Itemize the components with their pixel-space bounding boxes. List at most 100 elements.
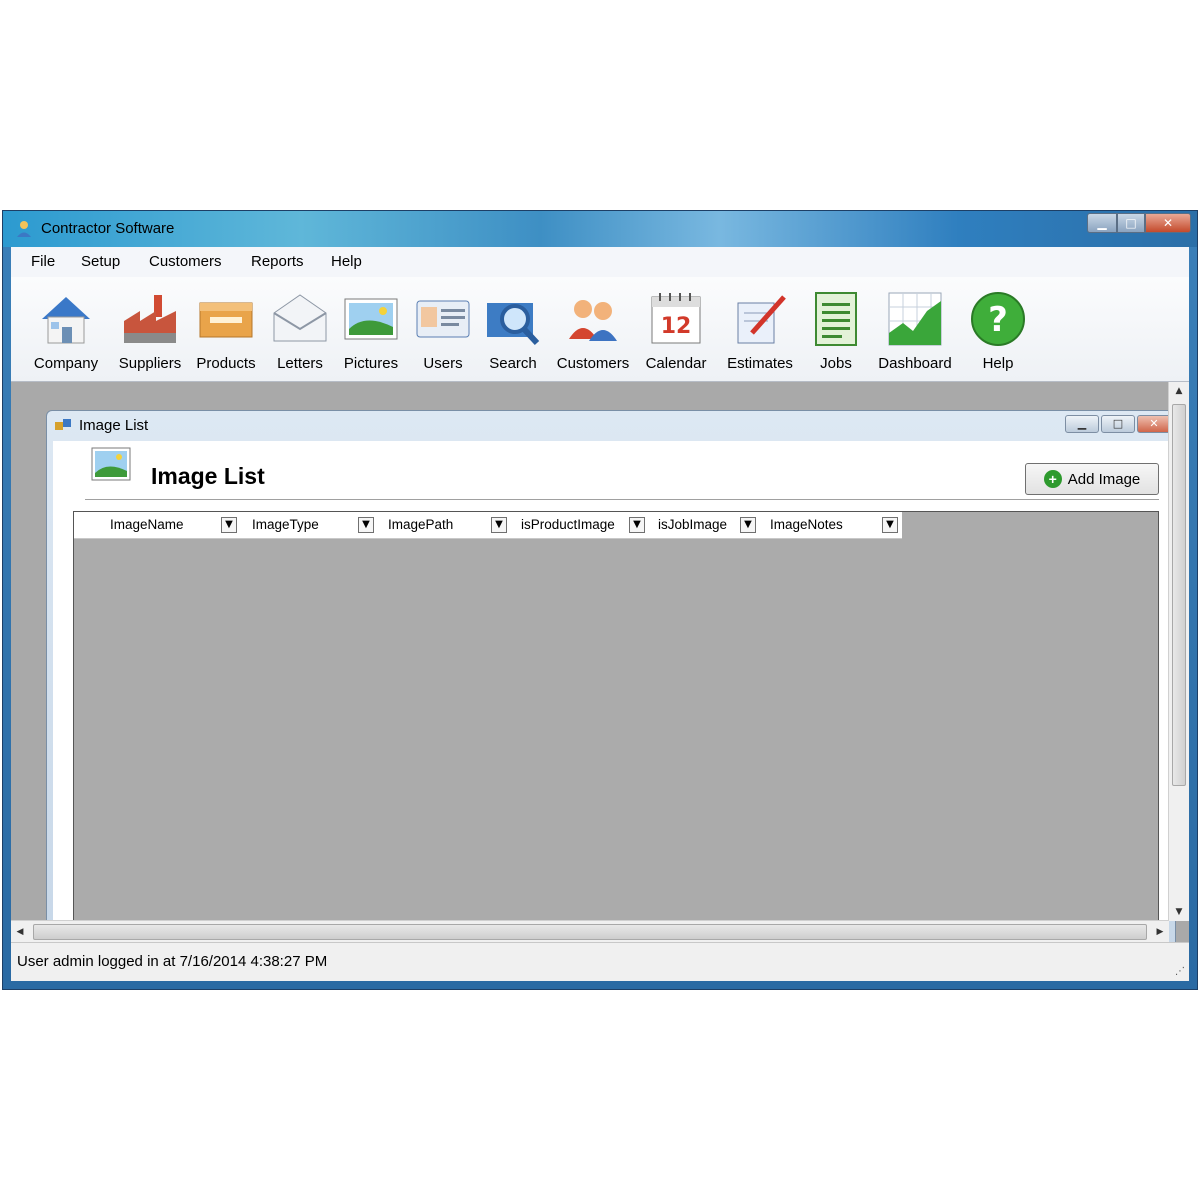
toolbar-label: Suppliers: [118, 355, 182, 372]
column-header-isproductimage[interactable]: isProductImage: [521, 517, 615, 532]
restore-icon: □: [1112, 417, 1124, 430]
help-icon: ?: [971, 292, 1025, 346]
close-icon: ✕: [1162, 216, 1174, 230]
picture-icon: [344, 298, 398, 340]
maximize-button[interactable]: □: [1117, 213, 1145, 233]
toolbar-label: Dashboard: [878, 355, 952, 372]
envelope-icon: [273, 294, 327, 342]
toolbar-label: Estimates: [727, 355, 793, 372]
toolbar-jobs-button[interactable]: Jobs: [806, 289, 866, 372]
scroll-up-icon[interactable]: ▲: [1169, 382, 1189, 400]
child-title-bar[interactable]: Image List: [55, 417, 148, 434]
scroll-left-icon[interactable]: ◀: [11, 921, 29, 943]
factory-icon: [124, 295, 176, 343]
house-icon: [42, 297, 90, 344]
column-header-isjobimage[interactable]: isJobImage: [658, 517, 727, 532]
minimize-button[interactable]: ▁: [1087, 213, 1117, 233]
boxes-icon: [199, 302, 253, 338]
add-icon: +: [1043, 470, 1062, 488]
calendar-day: 12: [661, 314, 692, 339]
toolbar-label: Company: [33, 355, 99, 372]
form-title: Image List: [151, 463, 265, 489]
toolbar-customers-button[interactable]: Customers: [553, 289, 633, 372]
window-title: Contractor Software: [41, 220, 175, 237]
menu-reports[interactable]: Reports: [251, 253, 304, 270]
menu-file[interactable]: File: [31, 253, 55, 270]
main-client-area: File Setup Customers Reports Help Compan…: [11, 247, 1189, 981]
toolbar-users-button[interactable]: Users: [411, 289, 475, 372]
toolbar-suppliers-button[interactable]: Suppliers: [111, 289, 189, 372]
app-window: Contractor Software ▁ □ ✕ File Setup Cus…: [2, 210, 1198, 990]
toolbar-label: Pictures: [343, 355, 399, 372]
chevron-down-icon[interactable]: ▼: [221, 517, 237, 533]
toolbar-letters-button[interactable]: Letters: [269, 289, 331, 372]
horizontal-scroll-thumb[interactable]: [33, 924, 1147, 940]
calendar-icon: 12: [651, 293, 701, 344]
toolbar-dashboard-button[interactable]: Dashboard: [873, 289, 957, 372]
column-header-imagenotes[interactable]: ImageNotes: [770, 517, 843, 532]
toolbar-products-button[interactable]: Products: [191, 289, 261, 372]
grid-header: ImageName ▼ ImageType ▼ ImagePath ▼ isPr…: [74, 512, 902, 539]
toolbar-help-button[interactable]: ? Help: [966, 289, 1030, 372]
magnifier-icon: [487, 303, 540, 346]
child-window-title: Image List: [79, 417, 149, 434]
chevron-down-icon[interactable]: ▼: [491, 517, 507, 533]
status-text: User admin logged in at 7/16/2014 4:38:2…: [17, 953, 328, 970]
vertical-scroll-thumb[interactable]: [1172, 404, 1186, 786]
toolbar-label: Help: [982, 355, 1014, 372]
window-app-icon: [55, 418, 71, 430]
vertical-scrollbar[interactable]: ▲ ▼: [1168, 382, 1189, 921]
toolbar-label: Letters: [277, 355, 323, 372]
toolbar-pictures-button[interactable]: Pictures: [339, 289, 403, 372]
people-icon: [569, 300, 617, 341]
close-icon: ✕: [1149, 417, 1159, 430]
close-button[interactable]: ✕: [1145, 213, 1191, 233]
toolbar-label: Calendar: [645, 355, 707, 372]
resize-grip-icon[interactable]: ⋰: [1175, 966, 1185, 977]
toolbar-calendar-button[interactable]: 12 Calendar: [641, 289, 711, 372]
divider: [85, 499, 1159, 500]
image-grid[interactable]: ImageName ▼ ImageType ▼ ImagePath ▼ isPr…: [73, 511, 1159, 943]
menu-customers[interactable]: Customers: [149, 253, 222, 270]
title-bar[interactable]: Contractor Software ▁ □ ✕: [3, 211, 1197, 247]
horizontal-scrollbar[interactable]: ◀ ▶: [11, 920, 1169, 943]
picture-icon: [91, 447, 131, 481]
toolbar-estimates-button[interactable]: Estimates: [723, 289, 797, 372]
chevron-down-icon[interactable]: ▼: [358, 517, 374, 533]
list-icon: [815, 292, 857, 346]
toolbar: Company Suppliers Products Letters Pictu…: [11, 277, 1189, 382]
pen-paper-icon: [737, 295, 786, 344]
child-close-button[interactable]: ✕: [1137, 415, 1171, 433]
status-bar: User admin logged in at 7/16/2014 4:38:2…: [11, 942, 1189, 981]
child-minimize-button[interactable]: ▁: [1065, 415, 1099, 433]
add-image-button[interactable]: + Add Image: [1025, 463, 1159, 495]
toolbar-label: Customers: [556, 355, 630, 372]
toolbar-search-button[interactable]: Search: [481, 289, 545, 372]
toolbar-label: Jobs: [820, 355, 852, 372]
chevron-down-icon[interactable]: ▼: [740, 517, 756, 533]
toolbar-label: Products: [196, 355, 256, 372]
maximize-icon: □: [1125, 216, 1137, 230]
column-header-imagepath[interactable]: ImagePath: [388, 517, 453, 532]
minimize-icon: ▁: [1097, 216, 1107, 230]
column-header-imagename[interactable]: ImageName: [110, 517, 184, 532]
toolbar-company-button[interactable]: Company: [26, 289, 106, 372]
scroll-down-icon[interactable]: ▼: [1169, 903, 1189, 921]
menu-help[interactable]: Help: [331, 253, 362, 270]
minimize-icon: ▁: [1077, 417, 1087, 430]
add-image-label: Add Image: [1067, 470, 1141, 488]
toolbar-label: Users: [423, 355, 463, 372]
chevron-down-icon[interactable]: ▼: [629, 517, 645, 533]
image-list-form: Image List + Add Image ImageName ▼ Image…: [53, 441, 1169, 943]
id-card-icon: [416, 300, 470, 338]
column-header-imagetype[interactable]: ImageType: [252, 517, 319, 532]
image-list-window: Image List ▁ □ ✕ Image List + Add Image …: [46, 410, 1176, 943]
menu-bar: File Setup Customers Reports Help: [11, 247, 1189, 277]
mdi-workspace: Image List ▁ □ ✕ Image List + Add Image …: [11, 382, 1189, 943]
menu-setup[interactable]: Setup: [81, 253, 120, 270]
chart-icon: [888, 292, 942, 346]
chevron-down-icon[interactable]: ▼: [882, 517, 898, 533]
scroll-right-icon[interactable]: ▶: [1151, 921, 1169, 943]
child-restore-button[interactable]: □: [1101, 415, 1135, 433]
app-person-icon: [17, 221, 31, 237]
